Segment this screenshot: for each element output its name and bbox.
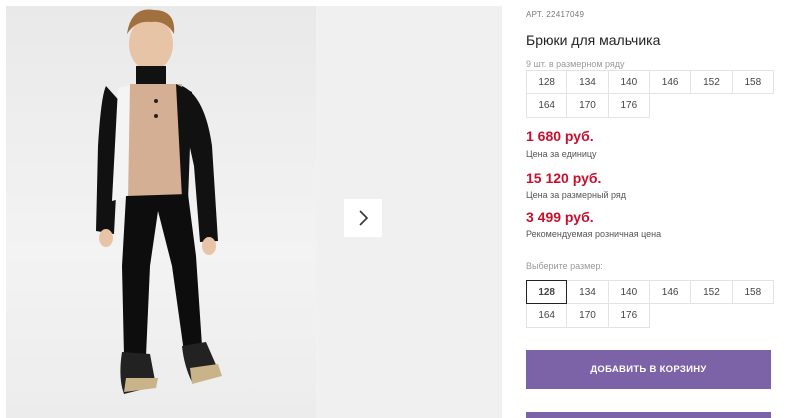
- article-number: АРТ. 22417049: [526, 10, 584, 19]
- pack-price-label: Цена за размерный ряд: [526, 190, 627, 200]
- size-option-146[interactable]: 146: [649, 280, 692, 304]
- size-option-164[interactable]: 164: [526, 304, 568, 328]
- size-picker-grid: 128 134 140 146 152 158 164 170 176: [526, 280, 774, 328]
- unit-price: 1 680 руб.: [526, 128, 594, 144]
- pack-price: 15 120 руб.: [526, 170, 602, 186]
- article-label: АРТ.: [526, 10, 544, 19]
- pack-size-cell: 170: [567, 94, 609, 118]
- size-option-152[interactable]: 152: [691, 280, 733, 304]
- retail-price: 3 499 руб.: [526, 209, 594, 225]
- article-value: 22417049: [546, 10, 585, 19]
- size-option-158[interactable]: 158: [732, 280, 774, 304]
- retail-price-label: Рекомендуемая розничная цена: [526, 229, 662, 239]
- pack-size-grid: 128 134 140 146 152 158 164 170 176: [526, 70, 774, 118]
- pack-size-cell: 128: [526, 70, 568, 94]
- pack-size-cell: 164: [526, 94, 568, 118]
- size-option-140[interactable]: 140: [608, 280, 650, 304]
- secondary-action-button[interactable]: [526, 412, 771, 418]
- pack-size-cell: 176: [608, 94, 650, 118]
- gallery-next-button[interactable]: [344, 199, 382, 237]
- pack-size-cell: 158: [732, 70, 774, 94]
- pack-note: 9 шт. в размерном ряду: [526, 59, 625, 69]
- product-photo[interactable]: [6, 6, 316, 418]
- product-page: АРТ. 22417049 Брюки для мальчика 9 шт. в…: [0, 0, 800, 418]
- product-title: Брюки для мальчика: [526, 32, 661, 48]
- pack-size-cell: 146: [649, 70, 692, 94]
- size-option-134[interactable]: 134: [567, 280, 609, 304]
- add-to-cart-button[interactable]: ДОБАВИТЬ В КОРЗИНУ: [526, 350, 771, 389]
- size-option-170[interactable]: 170: [567, 304, 609, 328]
- size-picker-label: Выберите размер:: [526, 261, 603, 271]
- product-gallery: [6, 6, 502, 418]
- chevron-right-icon: [359, 210, 369, 226]
- pack-size-cell: 152: [691, 70, 733, 94]
- size-option-128[interactable]: 128: [526, 280, 568, 304]
- unit-price-label: Цена за единицу: [526, 149, 597, 159]
- pack-size-cell: 134: [567, 70, 609, 94]
- size-option-176[interactable]: 176: [608, 304, 650, 328]
- pack-size-cell: 140: [608, 70, 650, 94]
- boy-model-image: [96, 9, 222, 394]
